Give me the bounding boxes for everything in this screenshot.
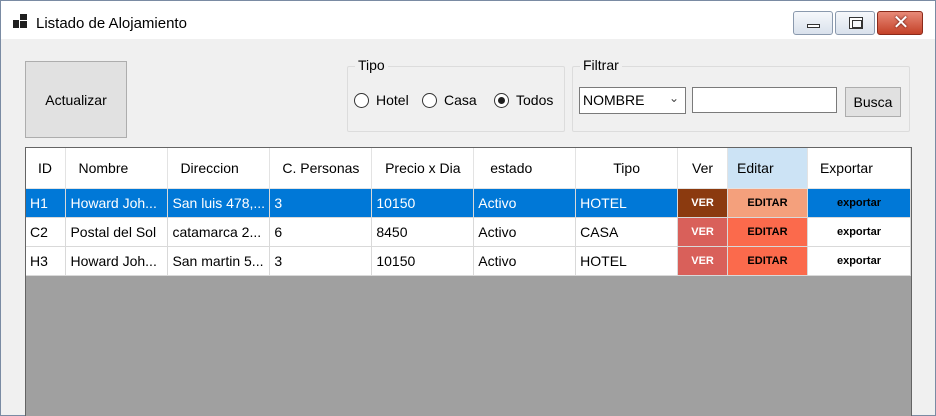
radio-casa-label: Casa [444, 92, 477, 108]
cell-tipo[interactable]: CASA [575, 217, 679, 247]
filter-field-select[interactable]: NOMBRE ⌄ [579, 87, 686, 114]
maximize-button[interactable] [835, 11, 875, 35]
title-bar[interactable]: Listado de Alojamiento ✕ [1, 1, 935, 39]
cell-precio[interactable]: 10150 [371, 246, 475, 276]
col-header-tipo[interactable]: Tipo [575, 148, 679, 189]
exportar-button[interactable]: exportar [807, 246, 912, 276]
col-header-id[interactable]: ID [26, 148, 67, 189]
radio-hotel-label: Hotel [376, 92, 409, 108]
col-header-ver[interactable]: Ver [677, 148, 729, 189]
cell-nombre[interactable]: Postal del Sol [65, 217, 169, 247]
minimize-icon [807, 24, 820, 28]
col-header-nombre[interactable]: Nombre [65, 148, 169, 189]
cell-estado[interactable]: Activo [473, 246, 577, 276]
busca-button[interactable]: Busca [845, 87, 901, 117]
cell-personas[interactable]: 3 [269, 188, 373, 218]
radio-todos-circle[interactable] [494, 92, 509, 108]
filtrar-groupbox: Filtrar NOMBRE ⌄ Busca [572, 57, 910, 132]
cell-direccion[interactable]: San martin 5... [167, 246, 271, 276]
radio-casa[interactable]: Casa [422, 92, 477, 108]
filter-field-value: NOMBRE [583, 92, 645, 108]
cell-direccion[interactable]: San luis 478,... [167, 188, 271, 218]
cell-personas[interactable]: 6 [269, 217, 373, 247]
radio-casa-circle[interactable] [422, 92, 437, 108]
cell-nombre[interactable]: Howard Joh... [65, 188, 169, 218]
cell-id[interactable]: H3 [26, 246, 67, 276]
col-header-precio[interactable]: Precio x Dia [371, 148, 475, 189]
cell-estado[interactable]: Activo [473, 188, 577, 218]
cell-tipo[interactable]: HOTEL [575, 188, 679, 218]
ver-button[interactable]: VER [677, 217, 729, 247]
col-header-exportar[interactable]: Exportar [807, 148, 912, 189]
radio-hotel-circle[interactable] [354, 92, 369, 108]
ver-button[interactable]: VER [677, 188, 729, 218]
col-header-editar[interactable]: Editar [727, 148, 808, 189]
exportar-button[interactable]: exportar [807, 217, 912, 247]
tipo-groupbox-title: Tipo [355, 57, 388, 73]
window-title: Listado de Alojamiento [36, 15, 187, 32]
col-header-direccion[interactable]: Direccion [167, 148, 271, 189]
exportar-button[interactable]: exportar [807, 188, 912, 218]
cell-tipo[interactable]: HOTEL [575, 246, 679, 276]
cell-precio[interactable]: 10150 [371, 188, 475, 218]
search-input[interactable] [692, 87, 837, 113]
app-icon [13, 14, 27, 28]
header-row: ID Nombre Direccion C. Personas Precio x… [26, 148, 912, 189]
ver-button[interactable]: VER [677, 246, 729, 276]
window: Listado de Alojamiento ✕ Actualizar Tipo… [0, 0, 936, 416]
chevron-down-icon: ⌄ [668, 91, 679, 105]
cell-estado[interactable]: Activo [473, 217, 577, 247]
col-header-personas[interactable]: C. Personas [269, 148, 373, 189]
table-row[interactable]: H1 Howard Joh... San luis 478,... 3 1015… [26, 188, 912, 218]
editar-button[interactable]: EDITAR [727, 188, 808, 218]
cell-precio[interactable]: 8450 [371, 217, 475, 247]
radio-hotel[interactable]: Hotel [354, 92, 409, 108]
tipo-groupbox: Tipo Hotel Casa Todos [347, 57, 565, 132]
cell-id[interactable]: H1 [26, 188, 67, 218]
radio-todos[interactable]: Todos [494, 92, 553, 108]
table-row[interactable]: H3 Howard Joh... San martin 5... 3 10150… [26, 246, 912, 276]
col-header-estado[interactable]: estado [473, 148, 577, 189]
editar-button[interactable]: EDITAR [727, 246, 808, 276]
cell-nombre[interactable]: Howard Joh... [65, 246, 169, 276]
alojamiento-table: ID Nombre Direccion C. Personas Precio x… [26, 148, 912, 276]
actualizar-button[interactable]: Actualizar [25, 61, 127, 138]
cell-personas[interactable]: 3 [269, 246, 373, 276]
filtrar-groupbox-title: Filtrar [580, 57, 622, 73]
maximize-icon [849, 17, 863, 29]
editar-button[interactable]: EDITAR [727, 217, 808, 247]
minimize-button[interactable] [793, 11, 833, 35]
cell-direccion[interactable]: catamarca 2... [167, 217, 271, 247]
cell-id[interactable]: C2 [26, 217, 67, 247]
table-row[interactable]: C2 Postal del Sol catamarca 2... 6 8450 … [26, 217, 912, 247]
close-button[interactable]: ✕ [877, 11, 923, 35]
radio-todos-label: Todos [516, 92, 554, 108]
close-icon: ✕ [892, 12, 910, 34]
alojamiento-grid[interactable]: ID Nombre Direccion C. Personas Precio x… [25, 147, 912, 416]
